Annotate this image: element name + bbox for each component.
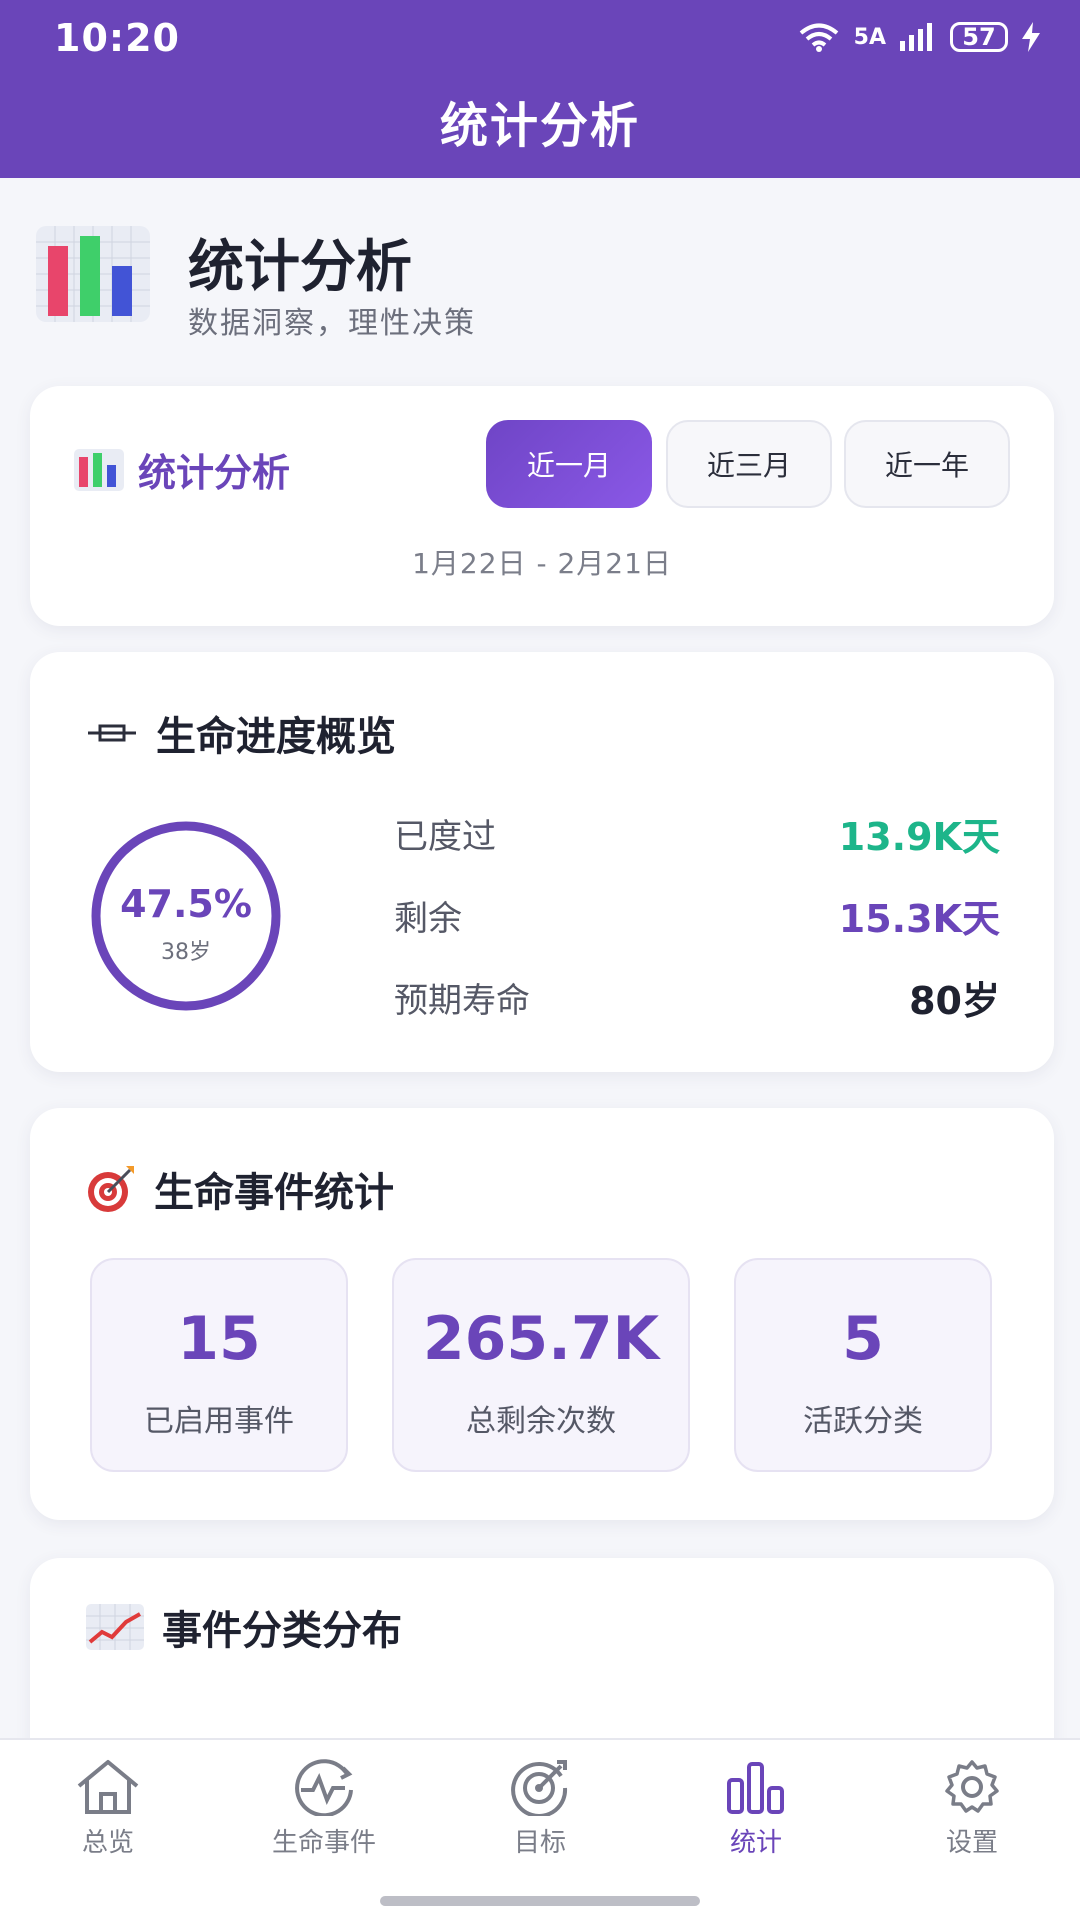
battery-indicator: 57 <box>950 22 1008 52</box>
period-card-title: 统计分析 <box>74 442 290 497</box>
life-progress-ring-labels: 47.5% 38岁 <box>86 816 286 1016</box>
charging-icon <box>1022 22 1040 52</box>
page-header: 统计分析 数据洞察，理性决策 <box>36 222 1036 342</box>
tab-goals[interactable]: 目标 <box>440 1758 640 1859</box>
period-option-1-year[interactable]: 近一年 <box>844 420 1010 508</box>
stat-row-remaining: 剩余 15.3K天 <box>394 890 1000 941</box>
tab-life-events[interactable]: 生命事件 <box>224 1758 424 1859</box>
home-icon <box>77 1760 139 1814</box>
stat-tile-total-remaining: 265.7K 总剩余次数 <box>392 1258 690 1472</box>
hourglass-icon <box>88 724 136 742</box>
life-progress-card: 生命进度概览 47.5% 38岁 已度过 13.9K天 剩余 15.3K天 预期… <box>30 652 1054 1072</box>
tile-value: 15 <box>177 1304 261 1374</box>
event-stats-card: 生命事件统计 15 已启用事件 265.7K 总剩余次数 5 活跃分类 <box>30 1108 1054 1520</box>
page-subtitle: 数据洞察，理性决策 <box>188 306 476 341</box>
status-icons: 5A 57 <box>798 22 1040 52</box>
heartbeat-icon <box>295 1759 353 1816</box>
stat-tile-enabled-events: 15 已启用事件 <box>90 1258 348 1472</box>
category-distribution-title-text: 事件分类分布 <box>162 1608 402 1654</box>
stat-label: 预期寿命 <box>394 980 530 1021</box>
tile-label: 总剩余次数 <box>466 1404 616 1439</box>
stat-value: 80岁 <box>909 978 1000 1023</box>
date-range: 1月22日 - 2月21日 <box>412 547 672 580</box>
home-indicator[interactable] <box>380 1896 700 1906</box>
period-option-1-month[interactable]: 近一月 <box>486 420 652 508</box>
tile-value: 265.7K <box>422 1304 660 1374</box>
period-card: 统计分析 近一月 近三月 近一年 1月22日 - 2月21日 <box>30 386 1054 626</box>
stat-row-passed: 已度过 13.9K天 <box>394 808 1000 859</box>
category-distribution-title: 事件分类分布 <box>86 1598 402 1656</box>
tab-settings[interactable]: 设置 <box>872 1758 1072 1859</box>
tab-label: 目标 <box>513 1828 566 1858</box>
tab-label: 统计 <box>729 1828 782 1858</box>
tile-label: 活跃分类 <box>803 1404 923 1439</box>
bar-chart-icon <box>36 226 150 322</box>
network-type: 5A <box>853 24 886 50</box>
period-option-3-months[interactable]: 近三月 <box>666 420 832 508</box>
tab-overview[interactable]: 总览 <box>8 1758 208 1859</box>
app-bar-title: 统计分析 <box>0 80 1080 178</box>
life-progress-age: 38岁 <box>161 940 211 965</box>
page-title: 统计分析 <box>188 235 412 300</box>
event-stats-title-text: 生命事件统计 <box>154 1170 394 1216</box>
status-bar: 10:20 5A 57 <box>0 0 1080 80</box>
bar-chart-icon <box>74 448 124 491</box>
stat-value: 13.9K天 <box>838 814 1000 859</box>
event-stats-title: 生命事件统计 <box>86 1160 394 1218</box>
tile-value: 5 <box>842 1304 884 1374</box>
tile-label: 已启用事件 <box>144 1404 294 1439</box>
target-icon <box>88 1166 134 1212</box>
life-progress-percent: 47.5% <box>120 882 252 926</box>
signal-icon <box>900 23 932 51</box>
target-icon <box>511 1760 568 1816</box>
period-card-title-text: 统计分析 <box>138 451 291 495</box>
tab-label: 生命事件 <box>271 1828 376 1858</box>
tab-label: 总览 <box>81 1828 134 1858</box>
life-progress-title-text: 生命进度概览 <box>156 714 396 760</box>
stat-label: 剩余 <box>394 898 462 939</box>
stat-value: 15.3K天 <box>838 896 1000 941</box>
wifi-icon <box>799 23 838 52</box>
status-time: 10:20 <box>54 16 180 60</box>
bar-chart-icon <box>727 1762 784 1814</box>
bottom-tab-bar: 总览 生命事件 目标 统计 设置 <box>0 1738 1080 1922</box>
trend-chart-icon <box>86 1604 144 1650</box>
life-progress-title: 生命进度概览 <box>86 704 396 762</box>
gear-icon <box>945 1760 999 1813</box>
tab-statistics[interactable]: 统计 <box>656 1758 856 1859</box>
stat-tile-active-categories: 5 活跃分类 <box>734 1258 992 1472</box>
stat-label: 已度过 <box>394 816 496 857</box>
stat-row-life-expectancy: 预期寿命 80岁 <box>394 972 1000 1023</box>
tab-label: 设置 <box>945 1828 998 1858</box>
